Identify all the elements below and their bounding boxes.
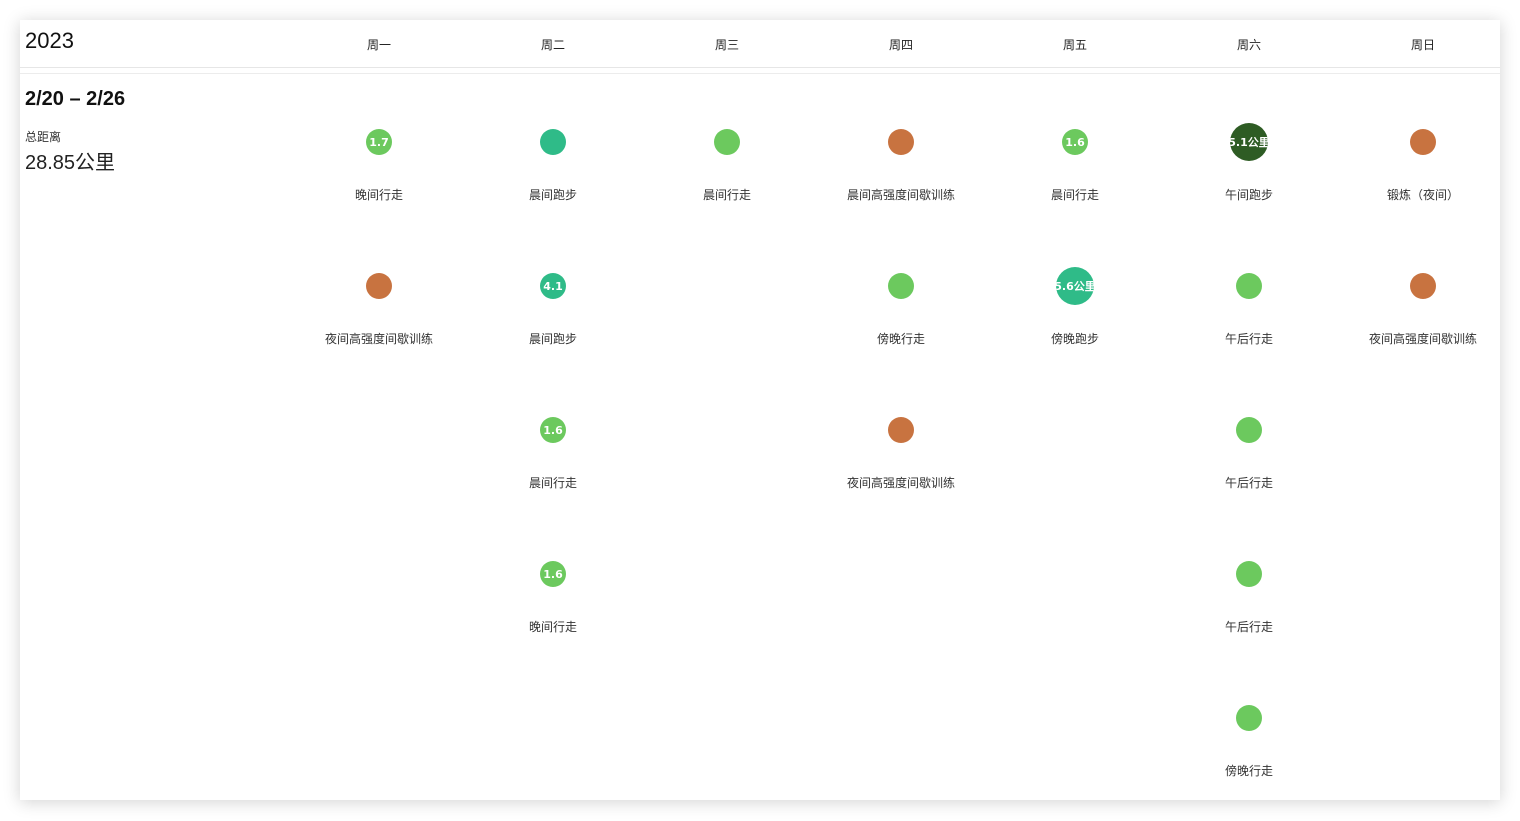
- activity-item[interactable]: 晨间行走: [642, 110, 812, 220]
- activity-name: 晚间行走: [528, 620, 577, 634]
- activity-name: 晨间行走: [528, 476, 577, 490]
- activity-item[interactable]: 夜间高强度间歇训练: [816, 398, 986, 508]
- activity-item[interactable]: 1.6 晚间行走: [468, 542, 638, 652]
- calendar-header: 2023 周一 周二 周三 周四 周五 周六 周日: [20, 20, 1500, 68]
- activity-name: 傍晚跑步: [1050, 332, 1099, 346]
- activity-dot[interactable]: [366, 273, 392, 299]
- activity-name: 夜间高强度间歇训练: [324, 332, 433, 346]
- activity-dot[interactable]: 1.6: [1062, 129, 1088, 155]
- activity-item[interactable]: 夜间高强度间歇训练: [294, 254, 464, 364]
- divider: [20, 73, 1500, 74]
- activity-name: 午间跑步: [1224, 188, 1273, 202]
- activity-name: 晨间跑步: [528, 188, 577, 202]
- activity-dot[interactable]: [714, 129, 740, 155]
- activity-name: 锻炼（夜间）: [1386, 188, 1459, 202]
- year-title: 2023: [25, 28, 74, 53]
- weekday-header-tue: 周二: [540, 38, 565, 52]
- activity-item[interactable]: 1.6 晨间行走: [990, 110, 1160, 220]
- activity-name: 晨间行走: [702, 188, 751, 202]
- activity-name: 午后行走: [1224, 332, 1273, 346]
- week-range: 2/20 – 2/26: [25, 88, 126, 110]
- activity-item[interactable]: 夜间高强度间歇训练: [1338, 254, 1500, 364]
- activity-name: 夜间高强度间歇训练: [846, 476, 955, 490]
- activity-item[interactable]: 傍晚行走: [816, 254, 986, 364]
- activity-dot[interactable]: 1.6: [540, 561, 566, 587]
- activity-name: 晚间行走: [354, 188, 403, 202]
- weekday-header-mon: 周一: [366, 38, 391, 52]
- activity-name: 晨间行走: [1050, 188, 1099, 202]
- activity-dot[interactable]: [888, 417, 914, 443]
- activity-dot[interactable]: 1.6: [540, 417, 566, 443]
- activity-item[interactable]: 5.1公里午间跑步: [1164, 110, 1334, 220]
- activity-name: 午后行走: [1224, 620, 1273, 634]
- activity-item[interactable]: 晨间高强度间歇训练: [816, 110, 986, 220]
- activity-item[interactable]: 晨间跑步: [468, 110, 638, 220]
- activity-dot[interactable]: 5.1公里: [1230, 123, 1268, 161]
- activity-name: 夜间高强度间歇训练: [1368, 332, 1477, 346]
- activity-name: 傍晚行走: [876, 332, 925, 346]
- weekday-header-thu: 周四: [888, 38, 913, 52]
- activity-dot[interactable]: [540, 129, 566, 155]
- activity-dot[interactable]: 4.1: [540, 273, 566, 299]
- activity-dot[interactable]: [888, 129, 914, 155]
- activity-item[interactable]: 傍晚行走: [1164, 686, 1334, 796]
- activity-item[interactable]: 午后行走: [1164, 542, 1334, 652]
- activity-name: 晨间高强度间歇训练: [846, 188, 955, 202]
- activity-dot[interactable]: [1410, 129, 1436, 155]
- activity-dot[interactable]: 5.6公里: [1056, 267, 1094, 305]
- total-distance-label: 总距离: [25, 130, 62, 144]
- weekday-header-sat: 周六: [1236, 38, 1261, 52]
- activity-dot[interactable]: [1236, 705, 1262, 731]
- activity-item[interactable]: 4.1 晨间跑步: [468, 254, 638, 364]
- activity-item[interactable]: 1.6 晨间行走: [468, 398, 638, 508]
- activity-item[interactable]: 1.7 晚间行走: [294, 110, 464, 220]
- activity-dot[interactable]: 1.7: [366, 129, 392, 155]
- activity-item[interactable]: 锻炼（夜间）: [1338, 110, 1500, 220]
- activity-dot[interactable]: [888, 273, 914, 299]
- weekday-header-sun: 周日: [1410, 38, 1435, 52]
- activity-dot[interactable]: [1236, 417, 1262, 443]
- weekday-header-wed: 周三: [714, 38, 739, 52]
- weekday-header-fri: 周五: [1062, 38, 1087, 52]
- activity-name: 午后行走: [1224, 476, 1273, 490]
- activity-item[interactable]: 午后行走: [1164, 254, 1334, 364]
- activity-dot[interactable]: [1236, 561, 1262, 587]
- activity-name: 傍晚行走: [1224, 764, 1273, 778]
- activity-item[interactable]: 午后行走: [1164, 398, 1334, 508]
- activity-name: 晨间跑步: [528, 332, 577, 346]
- activity-dot[interactable]: [1410, 273, 1436, 299]
- calendar-window: 2023 周一 周二 周三 周四 周五 周六 周日 2/20 – 2/26 总距…: [20, 20, 1500, 800]
- activity-dot[interactable]: [1236, 273, 1262, 299]
- activity-item[interactable]: 5.6公里傍晚跑步: [990, 254, 1160, 364]
- total-distance-value: 28.85公里: [25, 152, 116, 174]
